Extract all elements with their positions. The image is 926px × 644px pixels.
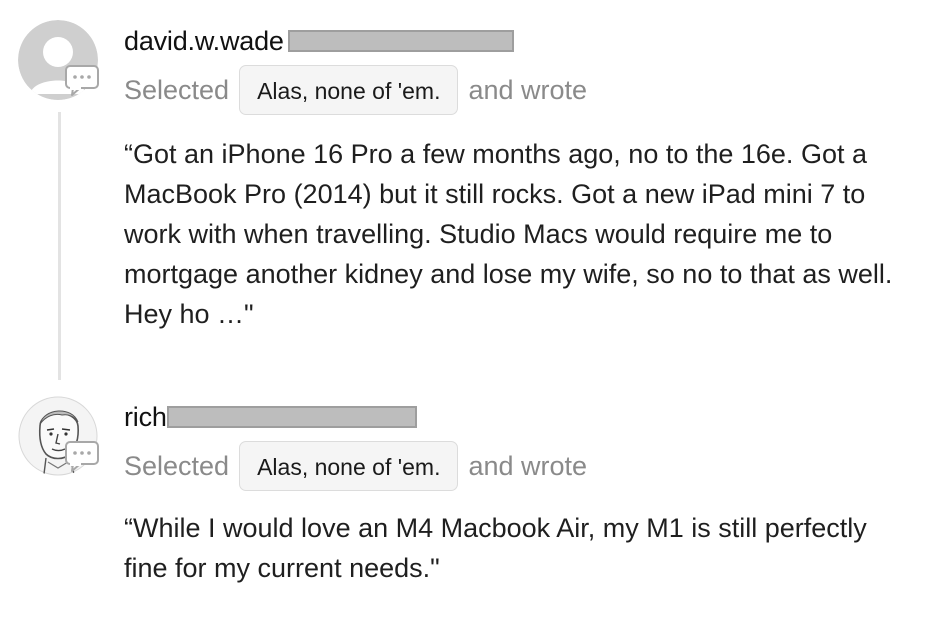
username-link[interactable]: david.w.wade xyxy=(124,26,284,57)
redaction-bar xyxy=(166,406,417,428)
redaction-bar xyxy=(287,30,514,52)
selected-label: Selected xyxy=(124,450,230,481)
selection-row: Selected Alas, none of 'em. and wrote xyxy=(124,64,587,116)
thread-line xyxy=(58,112,61,380)
selected-label: Selected xyxy=(124,74,230,105)
choice-chip[interactable]: Alas, none of 'em. xyxy=(239,65,459,115)
choice-chip[interactable]: Alas, none of 'em. xyxy=(239,441,459,491)
and-wrote-label: and wrote xyxy=(468,74,588,105)
username-link[interactable]: rich xyxy=(124,402,167,433)
chat-bubble-icon xyxy=(64,64,100,98)
chat-bubble-icon xyxy=(64,440,100,474)
username-row: rich xyxy=(124,400,417,434)
selection-row: Selected Alas, none of 'em. and wrote xyxy=(124,440,587,492)
avatar-wrap[interactable] xyxy=(18,20,100,102)
username-row: david.w.wade xyxy=(124,24,514,58)
comment-text: “While I would love an M4 Macbook Air, m… xyxy=(124,513,867,583)
avatar-wrap[interactable] xyxy=(18,396,100,478)
and-wrote-label: and wrote xyxy=(468,450,588,481)
comment-text: “Got an iPhone 16 Pro a few months ago, … xyxy=(124,139,893,329)
